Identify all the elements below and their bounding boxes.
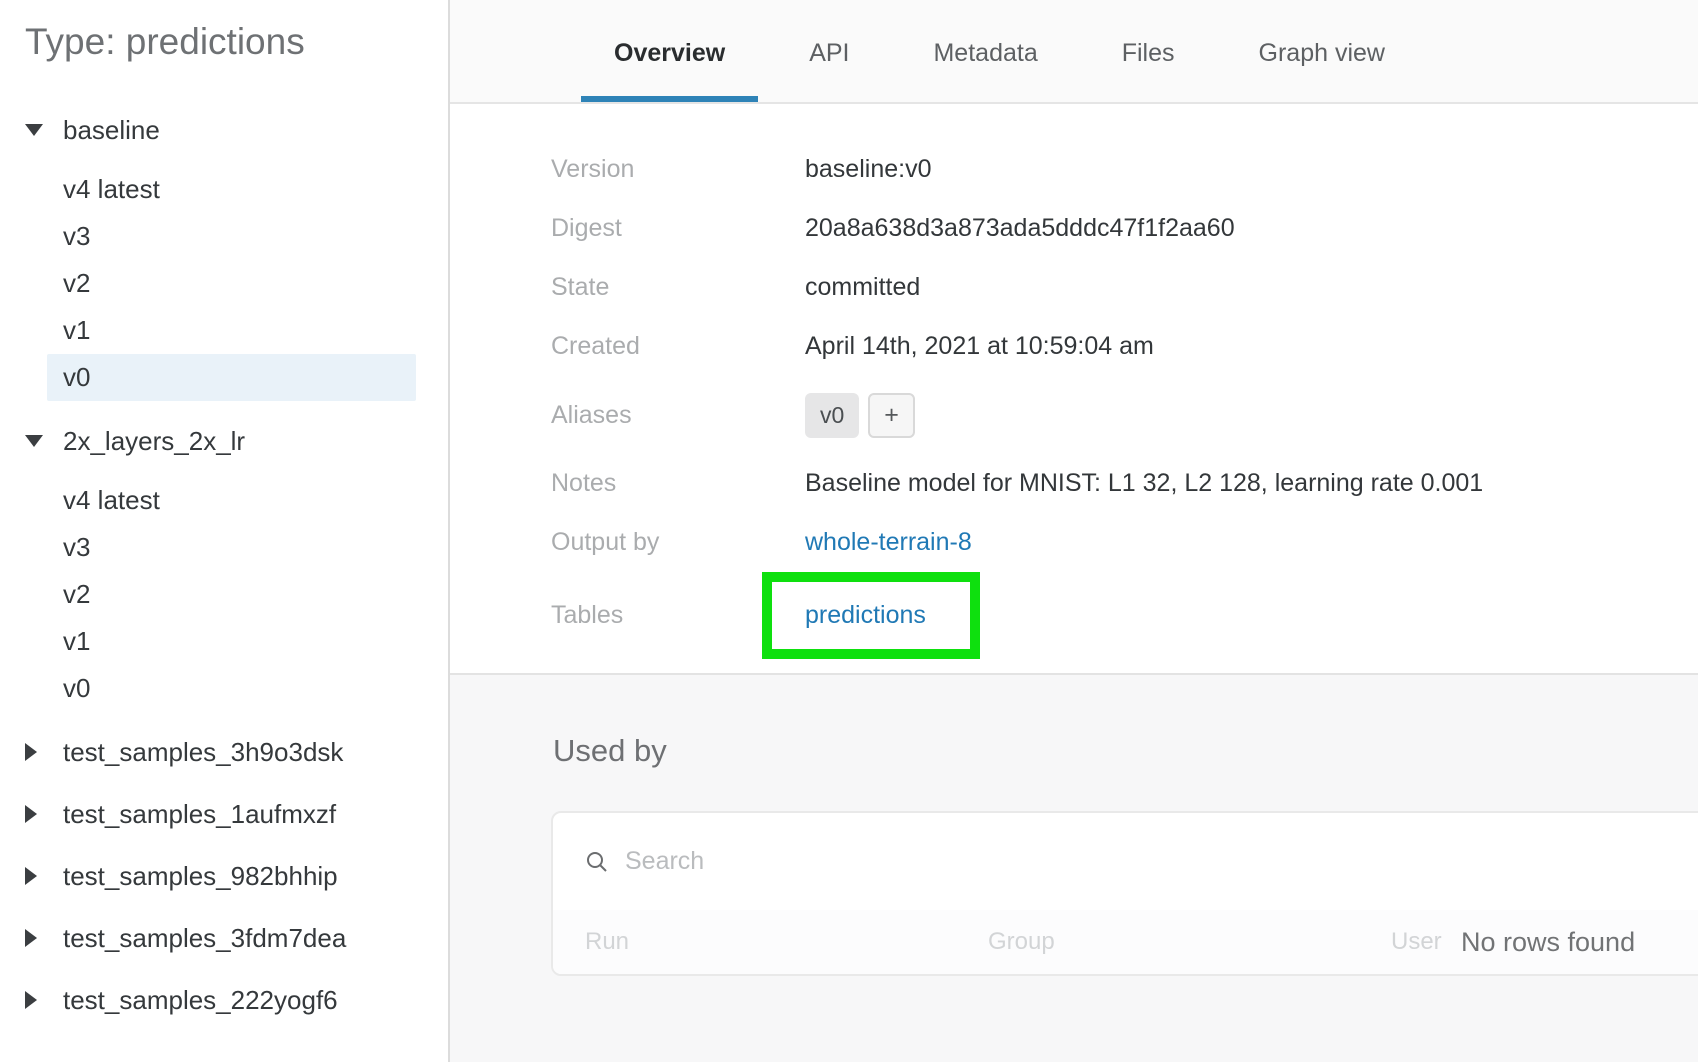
- used-by-heading: Used by: [553, 733, 667, 768]
- caret-right-icon[interactable]: [25, 867, 37, 885]
- field-value-state: committed: [805, 273, 921, 301]
- column-header-run: Run: [585, 928, 630, 955]
- field-row-tables: Tables predictions: [551, 572, 1658, 659]
- used-by-section: Used by Run Group User No rows found: [450, 673, 1698, 1062]
- field-label-aliases: Aliases: [551, 400, 632, 429]
- overview-fields: Version baseline:v0 Digest 20a8a638d3a873ad…: [450, 104, 1698, 673]
- sidebar-type-title: Type: predictions: [25, 21, 305, 62]
- search-input[interactable]: [623, 846, 1123, 877]
- field-value-created: April 14th, 2021 at 10:59:04 am: [805, 332, 1154, 360]
- artifact-sidebar: Type: predictions baseline v4 latest v3 v2 v…: [0, 0, 450, 1062]
- field-value-output-by: whole-terrain-8: [805, 528, 972, 557]
- group-label: test_samples_222yogf6: [63, 984, 338, 1015]
- empty-table-message: No rows found: [1461, 926, 1636, 957]
- field-value-tables: predictions: [762, 572, 980, 659]
- search-icon: [587, 851, 607, 872]
- version-list: v4 latest v3 v2 v1 v0: [25, 477, 448, 712]
- caret-down-icon[interactable]: [25, 124, 43, 136]
- field-row-notes: Notes Baseline model for MNIST: L1 32, L2…: [551, 454, 1658, 513]
- whole-terrain-8-link[interactable]: whole-terrain-8: [805, 528, 972, 556]
- field-row-version: Version baseline:v0: [551, 140, 1658, 199]
- group-label: test_samples_3h9o3dsk: [63, 736, 344, 767]
- sidebar-group-test-samples-3h9o3dsk[interactable]: test_samples_3h9o3dsk: [25, 730, 448, 774]
- artifact-version-tree: baseline v4 latest v3 v2 v1 v0 2x_layers_2x_lr…: [25, 108, 448, 1022]
- field-label-created: Created: [551, 332, 640, 360]
- field-label-notes: Notes: [551, 469, 617, 497]
- tab-files[interactable]: Files: [1089, 0, 1208, 102]
- sidebar-version-v1[interactable]: v1: [47, 307, 416, 354]
- sidebar-group-test-samples-982bhhip[interactable]: test_samples_982bhhip: [25, 854, 448, 898]
- sidebar-version-v4-latest[interactable]: v4 latest: [47, 166, 416, 213]
- field-row-aliases: Aliases v0 +: [551, 376, 1658, 454]
- group-label: baseline: [63, 114, 160, 145]
- field-label-output-by: Output by: [551, 528, 660, 556]
- group-label: test_samples_3fdm7dea: [63, 922, 347, 953]
- sidebar-version-v3[interactable]: v3: [47, 213, 416, 260]
- sidebar-version-v0[interactable]: v0: [47, 354, 416, 401]
- field-value-version: baseline:v0: [805, 155, 932, 183]
- alias-pill-v0[interactable]: v0: [805, 392, 860, 438]
- field-label-digest: Digest: [551, 214, 622, 242]
- tab-graph-view[interactable]: Graph view: [1226, 0, 1418, 102]
- column-header-user: User: [1391, 928, 1442, 955]
- tab-api[interactable]: API: [776, 0, 882, 102]
- field-row-created: Created April 14th, 2021 at 10:59:04 am: [551, 317, 1658, 376]
- field-row-state: State committed: [551, 258, 1658, 317]
- caret-right-icon[interactable]: [25, 805, 37, 823]
- field-label-state: State: [551, 273, 610, 301]
- used-by-search-row: [553, 813, 1698, 910]
- field-value-digest: 20a8a638d3a873ada5dddc47f1f2aa60: [805, 214, 1235, 242]
- group-label: test_samples_982bhhip: [63, 860, 338, 891]
- column-header-group: Group: [988, 928, 1055, 955]
- field-label-version: Version: [551, 155, 635, 183]
- sidebar-version-v3[interactable]: v3: [47, 524, 416, 571]
- field-row-output-by: Output by whole-terrain-8: [551, 513, 1658, 572]
- caret-right-icon[interactable]: [25, 991, 37, 1009]
- used-by-table-header: Run Group User No rows found: [553, 910, 1698, 974]
- group-label: 2x_layers_2x_lr: [63, 425, 246, 456]
- predictions-link[interactable]: predictions: [805, 601, 926, 629]
- group-label: test_samples_1aufmxzf: [63, 798, 337, 829]
- caret-down-icon[interactable]: [25, 435, 43, 447]
- sidebar-version-v2[interactable]: v2: [47, 571, 416, 618]
- sidebar-version-v1[interactable]: v1: [47, 618, 416, 665]
- sidebar-group-baseline[interactable]: baseline: [25, 108, 448, 152]
- artifact-detail-panel: Overview API Metadata Files Graph view Versi…: [450, 0, 1698, 1062]
- sidebar-group-test-samples-1aufmxzf[interactable]: test_samples_1aufmxzf: [25, 792, 448, 836]
- artifact-browser-window: Type: predictions baseline v4 latest v3 v2 v…: [0, 0, 1698, 1062]
- caret-right-icon[interactable]: [25, 743, 37, 761]
- sidebar-group-2x-layers-2x-lr[interactable]: 2x_layers_2x_lr: [25, 419, 448, 463]
- version-list: v4 latest v3 v2 v1 v0: [25, 166, 448, 401]
- tab-overview[interactable]: Overview: [581, 0, 759, 102]
- sidebar-version-v2[interactable]: v2: [47, 260, 416, 307]
- sidebar-version-v4-latest[interactable]: v4 latest: [47, 477, 416, 524]
- sidebar-group-test-samples-222yogf6[interactable]: test_samples_222yogf6: [25, 978, 448, 1022]
- add-alias-button[interactable]: +: [868, 392, 915, 438]
- tab-metadata[interactable]: Metadata: [900, 0, 1070, 102]
- field-value-notes: Baseline model for MNIST: L1 32, L2 128,…: [805, 469, 1484, 497]
- field-row-digest: Digest 20a8a638d3a873ada5dddc47f1f2aa60: [551, 199, 1658, 258]
- sidebar-version-v0[interactable]: v0: [47, 665, 416, 712]
- sidebar-group-test-samples-3fdm7dea[interactable]: test_samples_3fdm7dea: [25, 916, 448, 960]
- caret-right-icon[interactable]: [25, 929, 37, 947]
- field-value-aliases: v0 +: [805, 392, 915, 438]
- annotation-highlight-box: predictions: [762, 572, 980, 659]
- tab-bar: Overview API Metadata Files Graph view: [450, 0, 1698, 104]
- used-by-table-card: Run Group User No rows found: [551, 811, 1698, 976]
